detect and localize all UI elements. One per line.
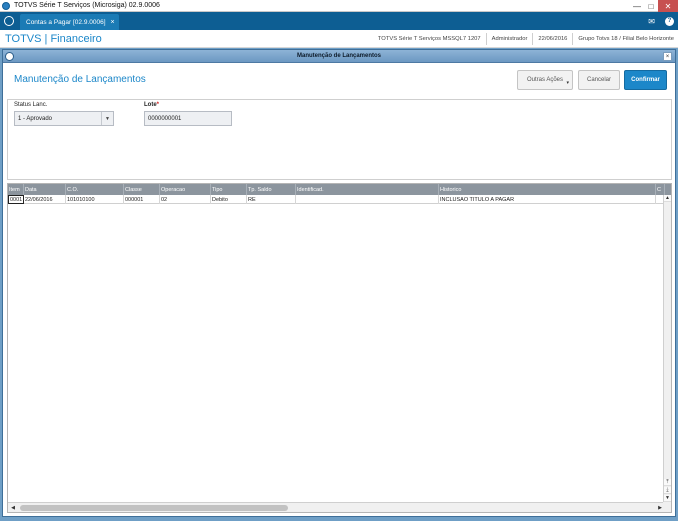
column-header-item[interactable]: Item	[8, 184, 24, 195]
chevron-down-icon[interactable]: ▼	[101, 112, 113, 125]
tab-contas-a-pagar[interactable]: Contas a Pagar [02.9.0006] ×	[20, 14, 119, 30]
topbar-actions: ✉ ?	[648, 12, 674, 30]
lote-field[interactable]: 0000000001	[144, 111, 232, 126]
window-close-button[interactable]: ✕	[658, 0, 678, 12]
minimize-button[interactable]: —	[630, 0, 644, 12]
window-title-bar: TOTVS Série T Serviços (Microsiga) 02.9.…	[0, 0, 678, 12]
confirm-button[interactable]: Confirmar	[624, 70, 667, 90]
grid-header: Item Data C.O. Classe Operacao Tipo Tp. …	[8, 184, 671, 195]
user-label[interactable]: Administrador	[492, 36, 528, 42]
window-controls: — □ ✕	[630, 0, 678, 12]
header-form: Status Lanc. 1 - Aprovado ▼ Lote* 000000…	[7, 99, 672, 180]
scroll-top-icon[interactable]: ⤒	[664, 479, 671, 486]
tab-label: Contas a Pagar [02.9.0006]	[26, 18, 106, 26]
cancel-button[interactable]: Cancelar	[578, 70, 620, 90]
other-actions-label: Outras Ações	[526, 77, 564, 83]
cell-data[interactable]: 22/06/2016	[24, 195, 66, 204]
environment-label: TOTVS Série T Serviços MSSQL7 1207	[377, 36, 481, 42]
chevron-down-icon: ▾	[566, 80, 569, 86]
status-select[interactable]: 1 - Aprovado ▼	[14, 111, 114, 126]
dialog-window-title: Manutenção de Lançamentos	[296, 53, 382, 59]
cell-co[interactable]: 101010100	[66, 195, 124, 204]
company-label[interactable]: Grupo Totvs 18 / Filial Belo Horizonte	[578, 36, 674, 42]
cell-operacao[interactable]: 02	[160, 195, 211, 204]
page-title: Manutenção de Lançamentos	[14, 74, 146, 85]
column-header-historico[interactable]: Historico	[439, 184, 656, 195]
window-title: TOTVS Série T Serviços (Microsiga) 02.9.…	[14, 2, 160, 9]
app-icon	[2, 1, 10, 10]
column-header-data[interactable]: Data	[24, 184, 66, 195]
app-header: TOTVS | Financeiro TOTVS Série T Serviço…	[0, 30, 678, 48]
divider	[532, 33, 534, 45]
column-header-co[interactable]: C.O.	[66, 184, 124, 195]
divider	[485, 33, 487, 45]
maximize-button[interactable]: □	[644, 0, 658, 12]
lote-label: Lote*	[144, 102, 159, 108]
scroll-up-icon[interactable]: ▲	[664, 195, 671, 202]
column-header-classe[interactable]: Classe	[124, 184, 160, 195]
maintenance-dialog: Manutenção de Lançamentos × Manutenção d…	[2, 49, 676, 517]
column-header-identificad[interactable]: Identificad.	[296, 184, 439, 195]
tab-close-icon[interactable]: ×	[111, 19, 115, 26]
column-header-operacao[interactable]: Operacao	[160, 184, 211, 195]
column-header-tp-saldo[interactable]: Tp. Saldo	[247, 184, 296, 195]
dialog-icon	[5, 52, 14, 61]
cell-identificad[interactable]	[296, 195, 439, 204]
date-label: 22/06/2016	[538, 36, 568, 42]
lote-label-text: Lote	[144, 102, 157, 108]
status-value: 1 - Aprovado	[18, 115, 53, 122]
cell-historico[interactable]: INCLUSAO TITULO A PAGAR	[439, 195, 656, 204]
home-button[interactable]	[0, 12, 18, 30]
mail-icon[interactable]: ✉	[648, 17, 655, 26]
action-bar: Manutenção de Lançamentos Outras Ações ▾…	[3, 64, 675, 100]
scrollbar-corner	[663, 502, 671, 512]
tab-bar: Contas a Pagar [02.9.0006] × ✉ ?	[0, 12, 678, 30]
divider	[572, 33, 574, 45]
scroll-bottom-icon[interactable]: ⤓	[664, 487, 671, 494]
column-header-tipo[interactable]: Tipo	[211, 184, 247, 195]
cell-item[interactable]: 0001	[8, 195, 24, 204]
table-row[interactable]: 0001 22/06/2016 101010100 000001 02 Debi…	[8, 195, 665, 204]
dialog-close-button[interactable]: ×	[663, 52, 672, 61]
brand-title: TOTVS | Financeiro	[5, 32, 102, 45]
scroll-left-icon[interactable]: ◀	[9, 504, 17, 512]
horizontal-scrollbar[interactable]: ◀ ▶	[8, 502, 665, 512]
help-icon[interactable]: ?	[665, 16, 674, 26]
cell-tp-saldo[interactable]: RE	[247, 195, 296, 204]
status-label: Status Lanc.	[14, 102, 48, 108]
other-actions-button[interactable]: Outras Ações ▾	[517, 70, 573, 90]
entries-grid: Item Data C.O. Classe Operacao Tipo Tp. …	[7, 183, 672, 513]
scroll-down-icon[interactable]: ▼	[664, 495, 671, 502]
scroll-thumb[interactable]	[20, 505, 288, 511]
cell-tipo[interactable]: Debito	[211, 195, 247, 204]
column-header-c[interactable]: C	[656, 184, 665, 195]
required-marker: *	[156, 102, 160, 108]
cell-classe[interactable]: 000001	[124, 195, 160, 204]
dialog-title-bar: Manutenção de Lançamentos ×	[3, 50, 675, 63]
header-info: TOTVS Série T Serviços MSSQL7 1207 Admin…	[378, 30, 674, 48]
vertical-scrollbar[interactable]: ▲ ⤒ ⤓ ▼	[663, 195, 671, 503]
power-icon	[4, 16, 14, 26]
